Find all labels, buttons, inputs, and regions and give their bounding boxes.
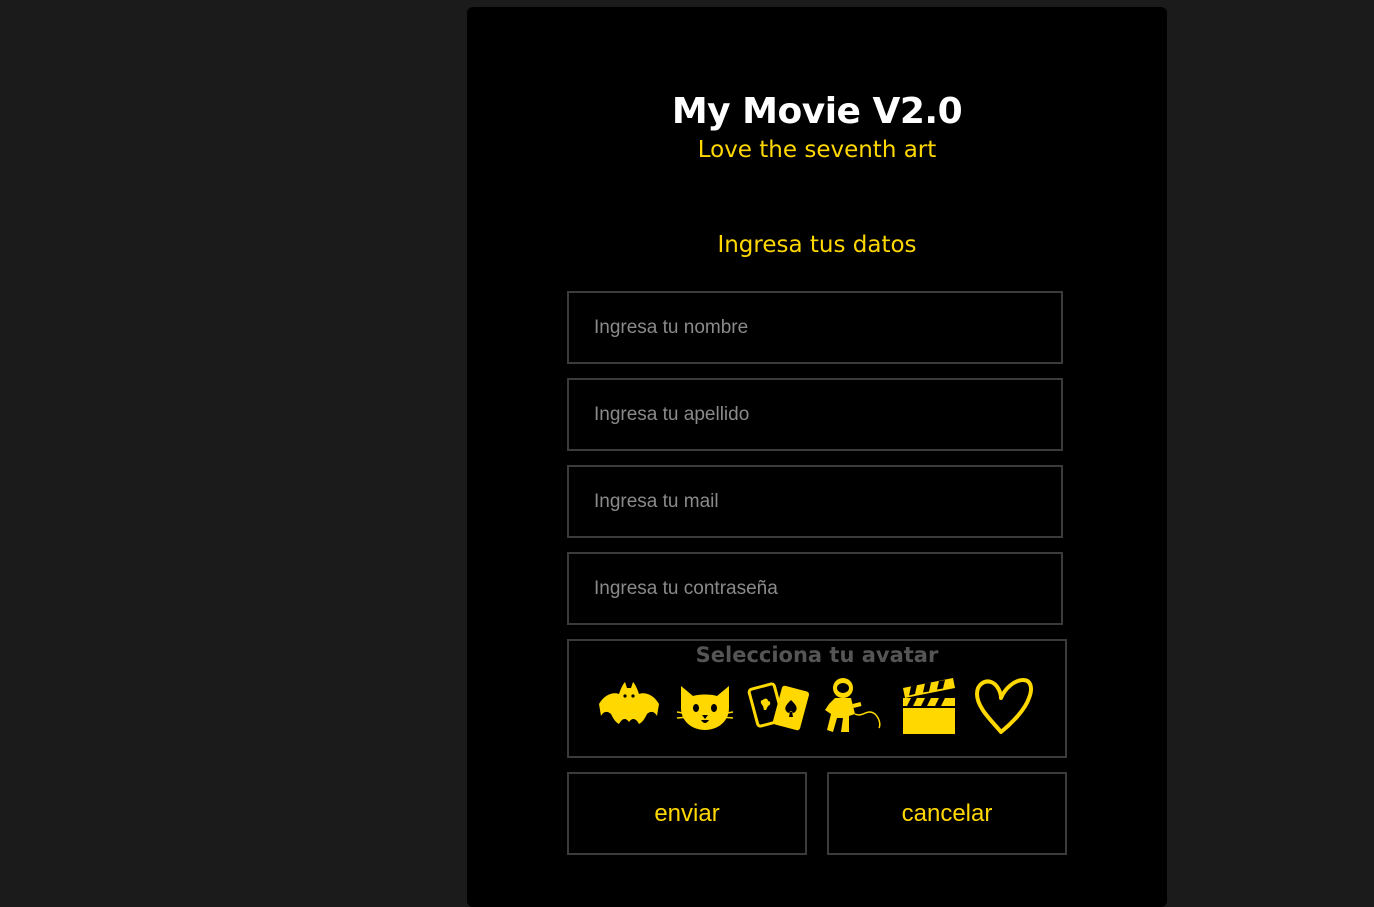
form-section-title: Ingresa tus datos: [717, 232, 917, 258]
nombre-input[interactable]: [567, 291, 1063, 364]
playing-cards-icon[interactable]: [747, 674, 811, 738]
avatar-selector: Selecciona tu avatar: [567, 639, 1067, 758]
bat-icon[interactable]: [597, 674, 661, 738]
app-title: My Movie V2.0: [671, 91, 963, 132]
mail-input[interactable]: [567, 465, 1063, 538]
submit-button[interactable]: enviar: [567, 772, 807, 855]
signup-card: My Movie V2.0 Love the seventh art Ingre…: [467, 7, 1167, 907]
heart-icon[interactable]: [971, 674, 1035, 738]
app-subtitle: Love the seventh art: [697, 137, 937, 163]
astronaut-icon[interactable]: [821, 674, 885, 738]
cat-icon[interactable]: [673, 674, 737, 738]
apellido-input[interactable]: [567, 378, 1063, 451]
avatar-selector-label: Selecciona tu avatar: [695, 643, 939, 667]
clapperboard-icon[interactable]: [897, 674, 961, 738]
cancel-button[interactable]: cancelar: [827, 772, 1067, 855]
password-input[interactable]: [567, 552, 1063, 625]
